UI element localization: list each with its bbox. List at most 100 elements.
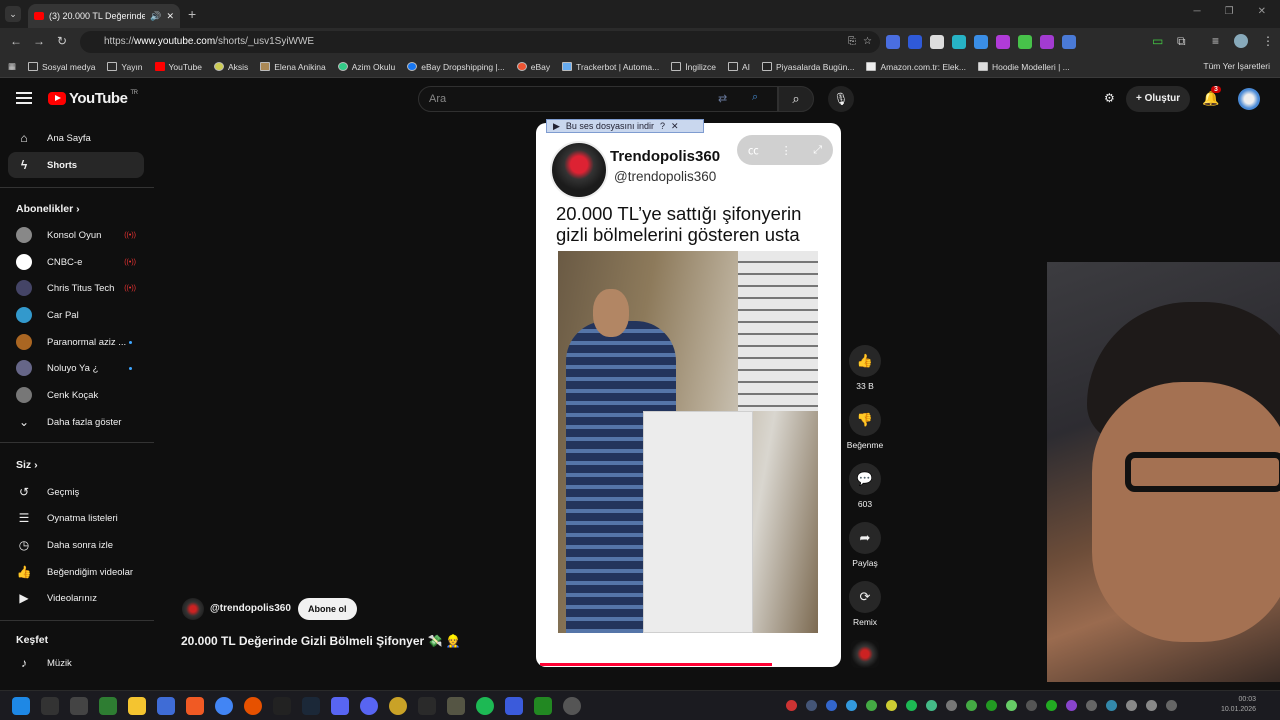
reading-list-icon[interactable]: ≡: [1212, 34, 1219, 48]
folder-icon[interactable]: [128, 697, 146, 715]
subscribe-button[interactable]: Abone ol: [298, 598, 357, 620]
app-icon[interactable]: [563, 697, 581, 715]
new-tab-button[interactable]: +: [188, 6, 196, 22]
tray-icon[interactable]: [946, 700, 957, 711]
video-frame[interactable]: [558, 251, 818, 633]
bookmark-item[interactable]: eBay: [516, 62, 550, 72]
bookmark-item[interactable]: Piyasalarda Bugün...: [762, 62, 854, 72]
subscriptions-heading[interactable]: Abonelikler ›: [16, 203, 80, 215]
video-progress-bar[interactable]: [540, 663, 772, 666]
extension-icon[interactable]: [952, 35, 966, 49]
share-button[interactable]: ➦ Paylaş: [844, 522, 886, 568]
sidebar-item-shorts[interactable]: ϟ Shorts: [8, 152, 144, 178]
close-window-icon[interactable]: ✕: [1258, 6, 1266, 17]
sidebar-item-playlists[interactable]: ☰ Oynatma listeleri: [8, 505, 144, 531]
sidebar-item-subscription[interactable]: Cenk Koçak: [8, 382, 144, 408]
store-icon[interactable]: [157, 697, 175, 715]
captions-icon[interactable]: ㏄: [748, 142, 759, 158]
profile-avatar[interactable]: [1234, 34, 1248, 48]
create-button[interactable]: + Oluştur: [1126, 86, 1191, 112]
extension-icon[interactable]: [908, 35, 922, 49]
brave-icon[interactable]: [186, 697, 204, 715]
account-avatar[interactable]: [1238, 88, 1260, 110]
start-icon[interactable]: [12, 697, 30, 715]
create-video-icon[interactable]: ⚙: [1104, 91, 1115, 105]
puzzle-icon[interactable]: ⧉: [1177, 34, 1186, 49]
maximize-icon[interactable]: ❐: [1225, 6, 1234, 17]
volume-icon[interactable]: [1126, 700, 1137, 711]
extension-icon[interactable]: [1040, 35, 1054, 49]
tray-icon[interactable]: [826, 700, 837, 711]
network-icon[interactable]: [1106, 700, 1117, 711]
notifications-icon[interactable]: 🔔 3: [1202, 86, 1221, 107]
tray-icon[interactable]: [1026, 700, 1037, 711]
tray-icon[interactable]: [966, 700, 977, 711]
discord-icon[interactable]: [360, 697, 378, 715]
fullscreen-icon[interactable]: ⤢: [813, 144, 822, 157]
tray-icon[interactable]: [866, 700, 877, 711]
app-icon[interactable]: [418, 697, 436, 715]
tray-icon[interactable]: [1086, 700, 1097, 711]
sidebar-item-your-videos[interactable]: ▶ Videolarınız: [8, 585, 144, 611]
app-icon[interactable]: [244, 697, 262, 715]
app-icon[interactable]: [389, 697, 407, 715]
bookmark-item[interactable]: AI: [727, 62, 750, 72]
reload-icon[interactable]: ↻: [57, 34, 67, 48]
sidebar-item-subscription[interactable]: Paranormal aziz ...: [8, 329, 144, 355]
xbox-icon[interactable]: [99, 697, 117, 715]
app-icon[interactable]: [331, 697, 349, 715]
sidebar-item-home[interactable]: ⌂ Ana Sayfa: [8, 125, 144, 151]
tray-icon[interactable]: [1006, 700, 1017, 711]
steam-icon[interactable]: [302, 697, 320, 715]
mic-tray-icon[interactable]: [1146, 700, 1157, 711]
back-icon[interactable]: ←: [10, 34, 22, 48]
tray-icon[interactable]: [986, 700, 997, 711]
tray-icon[interactable]: [1046, 700, 1057, 711]
url-bar[interactable]: https://www.youtube.com/shorts/_usv1SyiW…: [80, 31, 880, 53]
extension-icon[interactable]: [1018, 35, 1032, 49]
bookmark-item[interactable]: Yayın: [107, 62, 143, 72]
audio-icon[interactable]: 🔊: [150, 11, 161, 22]
show-more-button[interactable]: ⌄ Daha fazla göster: [8, 409, 144, 435]
comments-button[interactable]: 💬 603: [844, 463, 886, 509]
extension-search-icon[interactable]: ⌕: [752, 91, 758, 104]
bookmark-item[interactable]: Aksis: [213, 62, 248, 72]
tray-icon[interactable]: [886, 700, 897, 711]
sound-avatar[interactable]: [851, 640, 879, 668]
clock[interactable]: 00:03 10.01.2026: [1221, 695, 1256, 715]
tray-icon[interactable]: [846, 700, 857, 711]
extension-icon[interactable]: [1062, 35, 1076, 49]
bookmark-item[interactable]: Hoodie Modelleri | ...: [977, 62, 1070, 72]
sidebar-item-subscription[interactable]: CNBC-e ((•)): [8, 249, 144, 275]
more-options-icon[interactable]: ⋮: [781, 144, 792, 157]
search-icon[interactable]: ⌕: [778, 86, 814, 112]
shorts-player[interactable]: Trendopolis360 @trendopolis360 ㏄ ⋮ ⤢ 20.…: [536, 123, 841, 667]
search-icon[interactable]: [41, 697, 59, 715]
menu-icon[interactable]: [16, 92, 32, 104]
close-icon[interactable]: ✕: [671, 121, 679, 132]
forward-icon[interactable]: →: [33, 34, 45, 48]
tray-icon[interactable]: [926, 700, 937, 711]
sidebar-item-subscription[interactable]: Konsol Oyun ((•)): [8, 222, 144, 248]
bookmark-item[interactable]: Trackerbot | Automa...: [562, 62, 659, 72]
all-bookmarks[interactable]: Tüm Yer İşaretleri: [1203, 61, 1270, 71]
epic-icon[interactable]: [273, 697, 291, 715]
browser-menu-icon[interactable]: ⋮: [1262, 34, 1274, 48]
like-button[interactable]: 👍 33 B: [844, 345, 886, 391]
browser-tab[interactable]: (3) 20.000 TL Değerinde Gi 🔊 ✕: [28, 4, 180, 28]
translate-icon[interactable]: ⇄: [718, 92, 727, 105]
bookmark-item[interactable]: Sosyal medya: [28, 62, 95, 72]
channel-handle[interactable]: @trendopolis360: [210, 603, 291, 614]
extension-icon[interactable]: [930, 35, 944, 49]
sidebar-item-music[interactable]: ♪ Müzik: [8, 650, 144, 676]
app-icon[interactable]: [447, 697, 465, 715]
tray-icon[interactable]: [1066, 700, 1077, 711]
channel-avatar[interactable]: [550, 141, 608, 199]
app-icon[interactable]: [534, 697, 552, 715]
extension-icon[interactable]: [974, 35, 988, 49]
chrome-icon[interactable]: [215, 697, 233, 715]
sidebar-item-watch-later[interactable]: ◷ Daha sonra izle: [8, 532, 144, 558]
bookmark-star-icon[interactable]: ☆: [863, 31, 872, 53]
apps-grid-icon[interactable]: ▦: [8, 61, 16, 72]
sidebar-item-subscription[interactable]: Car Pal: [8, 302, 144, 328]
